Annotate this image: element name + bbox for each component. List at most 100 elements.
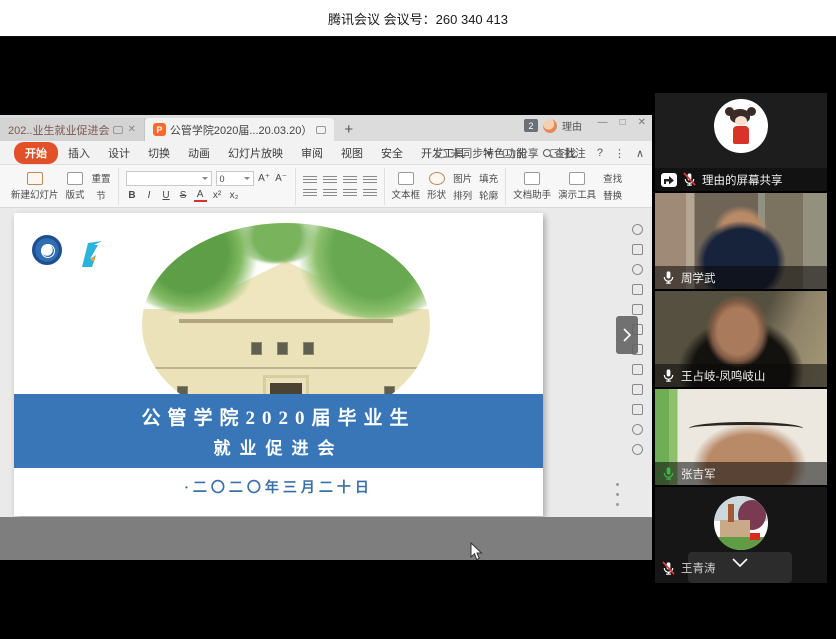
line-spacing-icon[interactable] [363, 189, 377, 198]
more-button[interactable]: ⋮ [614, 147, 625, 160]
menu-tab-view[interactable]: 视图 [333, 142, 371, 164]
numbering-icon[interactable] [323, 176, 337, 185]
image-icon[interactable] [632, 384, 643, 395]
mic-speaking-icon [661, 466, 676, 481]
close-button[interactable]: ✕ [638, 117, 646, 128]
font-size-combo[interactable]: 0 [216, 171, 254, 186]
menu-tab-home[interactable]: 开始 [14, 142, 58, 164]
align-right-icon[interactable] [343, 189, 357, 198]
insert-group: 文本框 形状 图片 排列 填充 轮廓 [385, 168, 507, 205]
avatar[interactable] [543, 119, 557, 133]
indent-decrease-icon[interactable] [343, 176, 357, 185]
chevron-down-icon [244, 177, 250, 180]
font-name-combo[interactable] [126, 171, 212, 186]
mic-on-icon [661, 270, 676, 285]
school-logo [72, 237, 108, 276]
doc-assistant-button[interactable]: 文档助手 [513, 172, 551, 201]
expand-pane-handle[interactable] [616, 316, 638, 354]
pin-icon[interactable] [113, 126, 123, 134]
indent-increase-icon[interactable] [363, 176, 377, 185]
grid-icon[interactable] [632, 304, 643, 315]
settings-icon[interactable] [632, 224, 643, 235]
ribbon-tab-bar: 开始 插入 设计 切换 动画 幻灯片放映 审阅 视图 安全 开发工具 特色功能 … [0, 141, 652, 165]
textbox-icon [398, 172, 414, 185]
splitter-handle[interactable] [616, 483, 619, 506]
align-left-icon[interactable] [303, 189, 317, 198]
editing-area: 公管学院2020届毕业生 就业促进会 ·二〇二〇年三月二十日 [0, 208, 652, 517]
find-button[interactable]: 查找 [603, 171, 622, 185]
notification-badge[interactable]: 2 [524, 119, 538, 132]
avatar [714, 496, 768, 550]
align-center-icon[interactable] [323, 189, 337, 198]
wps-presentation-icon: P [153, 123, 166, 136]
participant-tile-video[interactable]: 王占岐-凤鸣岐山 [655, 291, 827, 387]
menu-tab-security[interactable]: 安全 [373, 142, 411, 164]
textbox-button[interactable]: 文本框 [392, 172, 421, 201]
new-tab-button[interactable]: + [334, 121, 363, 141]
menu-tab-design[interactable]: 设计 [100, 142, 138, 164]
grow-font-button[interactable]: A⁺ [258, 173, 271, 184]
mic-muted-icon [661, 561, 676, 576]
wps-window: 202..业生就业促进会 ✕ P 公管学院2020届...20.03.20） +… [0, 115, 652, 517]
participant-tile-sharing[interactable]: 理由的屏幕共享 [655, 93, 827, 191]
copy-icon[interactable] [632, 244, 643, 255]
bullets-icon[interactable] [303, 176, 317, 185]
sync-status-button[interactable]: 未同步 ▾ [436, 145, 492, 161]
pin-icon[interactable] [316, 126, 326, 134]
export-icon[interactable] [632, 364, 643, 375]
send-icon[interactable] [632, 284, 643, 295]
collapse-ribbon-button[interactable]: ∧ [636, 147, 644, 160]
shapes-button[interactable]: 形状 [427, 172, 446, 201]
italic-button[interactable]: I [143, 190, 156, 201]
meeting-title-bar: 腾讯会议 会议号：260 340 413 [0, 0, 836, 37]
font-color-button[interactable]: A [194, 189, 207, 202]
comment-button[interactable]: 批注 [550, 145, 586, 161]
menu-tab-animation[interactable]: 动画 [180, 142, 218, 164]
screen-share-icon [661, 173, 677, 187]
bold-button[interactable]: B [126, 190, 139, 201]
title-banner: 公管学院2020届毕业生 就业促进会 [14, 394, 543, 468]
underline-button[interactable]: U [160, 190, 173, 201]
cloud-icon [436, 149, 447, 158]
menu-tab-transition[interactable]: 切换 [140, 142, 178, 164]
paragraph-group [296, 168, 385, 205]
subscript-button[interactable]: x₂ [228, 190, 241, 201]
doc-tab-1[interactable]: 202..业生就业促进会 ✕ [0, 118, 145, 141]
profile-icon[interactable] [632, 264, 643, 275]
close-tab-icon[interactable]: ✕ [127, 124, 135, 135]
minimize-button[interactable]: — [598, 117, 608, 128]
layout-button[interactable]: 版式 [66, 172, 85, 201]
shrink-font-button[interactable]: A⁻ [275, 173, 288, 184]
reset-button[interactable]: 重置 [92, 171, 111, 185]
ribbon-toolbar: 新建幻灯片 版式 重置 节 [0, 165, 652, 208]
arrange-button[interactable]: 排列 [453, 188, 472, 202]
doc-tab-2[interactable]: P 公管学院2020届...20.03.20） [145, 118, 334, 141]
participant-tile-video[interactable]: 张吉军 [655, 389, 827, 485]
outline-button[interactable]: 轮廓 [479, 188, 498, 202]
doc-assistant-icon [524, 172, 540, 185]
section-button[interactable]: 节 [92, 188, 111, 202]
new-slide-button[interactable]: 新建幻灯片 [11, 172, 59, 201]
play-icon[interactable] [632, 424, 643, 435]
presentation-tools-button[interactable]: 演示工具 [558, 172, 596, 201]
history-icon[interactable] [632, 444, 643, 455]
menu-tab-insert[interactable]: 插入 [60, 142, 98, 164]
sound-icon[interactable] [632, 404, 643, 415]
slide-canvas[interactable]: 公管学院2020届毕业生 就业促进会 ·二〇二〇年三月二十日 [14, 213, 543, 516]
superscript-button[interactable]: x² [211, 190, 224, 201]
maximize-button[interactable]: □ [620, 117, 626, 128]
presentation-tools-icon [569, 172, 585, 185]
participant-label: 周学武 [655, 266, 827, 289]
help-button[interactable]: ? [597, 147, 603, 159]
screen: 腾讯会议 会议号：260 340 413 202..业生就业促进会 ✕ P 公管… [0, 0, 836, 639]
picture-button[interactable]: 图片 [453, 171, 472, 185]
menu-tab-slideshow[interactable]: 幻灯片放映 [220, 142, 291, 164]
participant-tile-video[interactable]: 周学武 [655, 193, 827, 289]
quick-actions: 未同步 ▾ 分享 批注 ? ⋮ ∧ [436, 141, 644, 165]
share-button[interactable]: 分享 [503, 145, 539, 161]
replace-button[interactable]: 替换 [603, 188, 622, 202]
menu-tab-review[interactable]: 审阅 [293, 142, 331, 164]
participant-label: 王占岐-凤鸣岐山 [655, 364, 827, 387]
strikethrough-button[interactable]: S [177, 190, 190, 201]
fill-button[interactable]: 填充 [479, 171, 498, 185]
